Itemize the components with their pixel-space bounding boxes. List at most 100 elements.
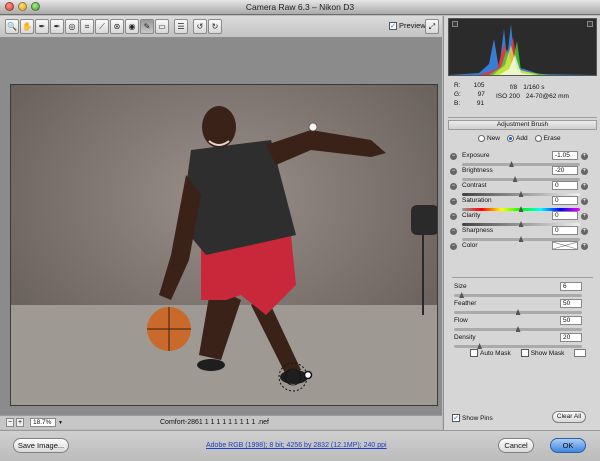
- camera-info: f/8 1/160 s ISO 200 24-70@62 mm: [488, 83, 593, 101]
- saturation-plus-button[interactable]: +: [581, 198, 588, 205]
- contrast-value-field[interactable]: 0: [552, 181, 578, 190]
- sharpness-label: Sharpness: [462, 227, 494, 234]
- photo-preview[interactable]: [10, 84, 438, 406]
- show-pins-checkbox[interactable]: ✓: [452, 414, 460, 422]
- mode-new-radio[interactable]: [478, 135, 485, 142]
- clarity-label: Clarity: [462, 212, 481, 219]
- r-value: 105: [473, 82, 485, 89]
- white-balance-tool[interactable]: ✒: [35, 19, 49, 34]
- workflow-options-link[interactable]: Adobe RGB (1998); 8 bit; 4256 by 2832 (1…: [206, 442, 387, 449]
- contrast-plus-button[interactable]: +: [581, 183, 588, 190]
- save-image-button[interactable]: Save Image...: [13, 438, 69, 453]
- right-panel: R: 105 G: 97 B: 91 f/8 1/160 s ISO 200 24-70@…: [443, 16, 600, 430]
- active-pin[interactable]: [303, 370, 313, 380]
- preview-toggle[interactable]: ✓ Preview: [389, 21, 426, 30]
- preview-checkbox[interactable]: ✓: [389, 21, 397, 30]
- ok-button[interactable]: OK: [550, 438, 586, 453]
- saturation-label: Saturation: [462, 197, 492, 204]
- mode-add-label: Add: [516, 135, 528, 142]
- mode-erase-radio[interactable]: [534, 135, 542, 142]
- sharpness-plus-button[interactable]: +: [581, 228, 588, 235]
- zoom-tool[interactable]: 🔍: [5, 19, 19, 34]
- show-mask-checkbox[interactable]: [520, 349, 529, 357]
- sharpness-value-field[interactable]: 0: [552, 226, 578, 235]
- clarity-minus-button[interactable]: −: [450, 213, 457, 220]
- spot-removal-tool[interactable]: ⊛: [110, 19, 124, 34]
- exposure-minus-button[interactable]: −: [450, 153, 457, 160]
- mode-add-radio[interactable]: [507, 135, 515, 142]
- graduated-filter-tool[interactable]: ▭: [155, 19, 169, 34]
- mode-add[interactable]: Add: [507, 135, 528, 142]
- straighten-tool[interactable]: ⟋: [95, 19, 109, 34]
- show-pins-toggle[interactable]: ✓ Show Pins: [452, 414, 493, 422]
- red-eye-tool[interactable]: ◉: [125, 19, 139, 34]
- zoom-in-button[interactable]: +: [16, 418, 24, 427]
- status-bar: − + 18.7% ▼ Comfort-2861 1 1 1 1 1 1 1 1…: [0, 415, 442, 429]
- size-label: Size: [454, 283, 467, 290]
- clear-all-button[interactable]: Clear All: [552, 411, 586, 423]
- highlight-clip-warning-icon[interactable]: [587, 21, 593, 27]
- mask-color-swatch[interactable]: [574, 349, 587, 357]
- size-slider-track[interactable]: [454, 294, 582, 297]
- brush-mode-selector: New Add Erase: [478, 135, 561, 142]
- adjustment-brush-tool[interactable]: ✎: [140, 19, 154, 34]
- color-sampler-tool[interactable]: ✒: [50, 19, 64, 34]
- crop-tool[interactable]: ⌗: [80, 19, 94, 34]
- b-value: 91: [476, 100, 485, 107]
- aperture: f/8: [510, 84, 518, 91]
- exposure-value-field[interactable]: -1.05: [552, 151, 578, 160]
- filename-label: Comfort-2861 1 1 1 1 1 1 1 1 1 .nef: [160, 419, 269, 426]
- mode-new-label: New: [487, 135, 501, 142]
- color-swatch[interactable]: [552, 241, 578, 250]
- window-title: Camera Raw 6.3 – Nikon D3: [245, 2, 355, 12]
- cancel-button[interactable]: Cancel: [498, 438, 534, 453]
- divider: [452, 277, 593, 278]
- mode-new[interactable]: New: [478, 135, 500, 142]
- hand-tool[interactable]: ✋: [20, 19, 34, 34]
- size-value-field[interactable]: 6: [560, 282, 582, 291]
- tool-palette: 🔍 ✋ ✒ ✒ ◎ ⌗ ⟋ ⊛ ◉ ✎ ▭ ☰ ↺ ↻: [5, 19, 222, 34]
- saturation-minus-button[interactable]: −: [450, 198, 457, 205]
- clarity-value-field[interactable]: 0: [552, 211, 578, 220]
- rotate-cw-tool[interactable]: ↻: [208, 19, 222, 34]
- density-label: Density: [454, 334, 476, 341]
- g-label: G:: [454, 91, 461, 98]
- adjustment-brush-header: Adjustment Brush: [448, 120, 597, 130]
- histogram: [448, 18, 597, 76]
- contrast-minus-button[interactable]: −: [450, 183, 457, 190]
- adjustment-pin[interactable]: [308, 122, 318, 132]
- brightness-minus-button[interactable]: −: [450, 168, 457, 175]
- clarity-plus-button[interactable]: +: [581, 213, 588, 220]
- feather-label: Feather: [454, 300, 477, 307]
- color-minus-button[interactable]: −: [450, 243, 457, 250]
- zoom-menu-icon[interactable]: ▼: [58, 420, 63, 426]
- feather-value-field[interactable]: 50: [560, 299, 582, 308]
- shadow-clip-warning-icon[interactable]: [452, 21, 458, 27]
- mode-erase[interactable]: Erase: [534, 135, 561, 142]
- sharpness-minus-button[interactable]: −: [450, 228, 457, 235]
- mode-erase-label: Erase: [543, 135, 561, 142]
- readout: R: 105 G: 97 B: 91 f/8 1/160 s ISO 200 24-70@…: [448, 78, 597, 118]
- g-value: 97: [477, 91, 485, 98]
- zoom-control: − + 18.7% ▼: [6, 418, 63, 427]
- auto-mask-checkbox[interactable]: [470, 349, 478, 357]
- targeted-adjustment-tool[interactable]: ◎: [65, 19, 79, 34]
- show-pins-label: Show Pins: [462, 414, 493, 422]
- fullscreen-button[interactable]: ⤢: [425, 19, 439, 34]
- image-canvas[interactable]: [0, 38, 442, 415]
- zoom-out-button[interactable]: −: [6, 418, 14, 427]
- zoom-level-field[interactable]: 18.7%: [30, 418, 56, 427]
- saturation-value-field[interactable]: 0: [552, 196, 578, 205]
- brightness-value-field[interactable]: -20: [552, 166, 578, 175]
- exposure-plus-button[interactable]: +: [581, 153, 588, 160]
- show-mask-label: Show Mask: [530, 349, 565, 357]
- flow-value-field[interactable]: 50: [560, 316, 582, 325]
- toolbar: 🔍 ✋ ✒ ✒ ◎ ⌗ ⟋ ⊛ ◉ ✎ ▭ ☰ ↺ ↻ ✓ Preview ⤢: [0, 16, 442, 38]
- color-plus-button[interactable]: +: [581, 243, 588, 250]
- brightness-label: Brightness: [462, 167, 493, 174]
- rotate-ccw-tool[interactable]: ↺: [193, 19, 207, 34]
- density-slider-track[interactable]: [454, 345, 582, 348]
- preferences-tool[interactable]: ☰: [174, 19, 188, 34]
- brightness-plus-button[interactable]: +: [581, 168, 588, 175]
- density-value-field[interactable]: 20: [560, 333, 582, 342]
